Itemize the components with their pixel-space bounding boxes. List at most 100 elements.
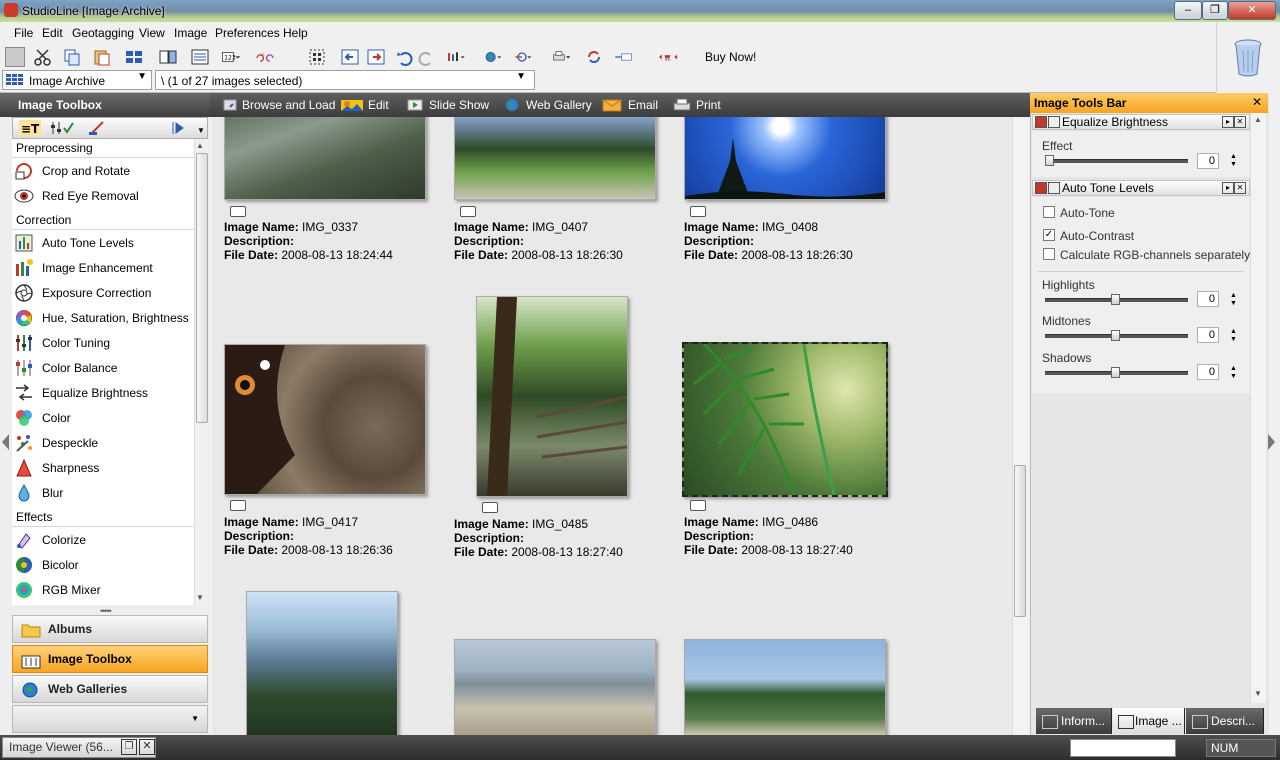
tool-color[interactable]: Color [14, 406, 192, 430]
gallery-scrollbar[interactable] [1012, 117, 1028, 735]
restore-icon[interactable]: ❐ [121, 739, 137, 755]
effect-slider-knob[interactable] [1045, 155, 1054, 166]
tool-rgb-mixer[interactable]: RGB Mixer [14, 578, 192, 602]
thumbnail-view-icon[interactable] [124, 47, 144, 67]
shadows-spinner-icon[interactable]: ▲ ▼ [1230, 365, 1237, 381]
buy-now-button[interactable]: Buy Now! [705, 50, 756, 64]
menu-image[interactable]: Image [174, 26, 207, 40]
section-pin-icon[interactable] [1048, 182, 1060, 194]
maximize-button[interactable]: ❐ [1202, 1, 1228, 20]
thumbnail-mountain-peak[interactable] [246, 591, 398, 735]
shadows-slider-knob[interactable] [1111, 367, 1120, 378]
minimize-button[interactable]: – [1174, 1, 1202, 20]
adjust-tab-icon[interactable] [49, 120, 75, 136]
tool-despeckle[interactable]: Despeckle [14, 431, 192, 455]
compare-view-icon[interactable] [158, 47, 178, 67]
close-icon[interactable]: ✕ [1234, 116, 1246, 128]
tool-crop-and-rotate[interactable]: Crop and Rotate [14, 159, 192, 183]
tag-icon[interactable] [230, 500, 246, 511]
tag-icon[interactable] [690, 206, 706, 217]
tool-color-balance[interactable]: Color Balance [14, 356, 192, 380]
menu-help[interactable]: Help [283, 26, 308, 40]
menu-preferences[interactable]: Preferences [215, 26, 280, 40]
tools-bar-scrollbar[interactable]: ▲ ▼ [1250, 113, 1266, 703]
expand-icon[interactable]: ▸ [1222, 116, 1234, 128]
auto-contrast-checkbox[interactable]: ✓ [1043, 229, 1055, 241]
thumbnail-img-0407[interactable] [454, 117, 656, 200]
tool-colorize[interactable]: Colorize [14, 528, 192, 552]
tag-icon[interactable] [690, 500, 706, 511]
nav-web-galleries[interactable]: Web Galleries [12, 675, 208, 703]
print-tool-icon[interactable] [552, 47, 578, 67]
tool-list-scrollbar[interactable]: ▲ ▼ [194, 139, 208, 605]
tag-icon[interactable] [482, 502, 498, 513]
detail-view-icon[interactable] [190, 47, 210, 67]
effect-value[interactable]: 0 [1197, 153, 1219, 169]
close-icon[interactable]: ✕ [1234, 182, 1246, 194]
section-close-icon[interactable] [1035, 182, 1047, 194]
highlights-spinner-icon[interactable]: ▲ ▼ [1230, 292, 1237, 308]
brush-tab-icon[interactable] [87, 120, 109, 136]
highlights-slider-knob[interactable] [1111, 294, 1120, 305]
tool-blur[interactable]: Blur [14, 481, 192, 505]
redo-icon[interactable] [416, 47, 436, 67]
tab-information[interactable]: Inform... [1036, 708, 1112, 734]
rotate-icons[interactable]: 90 [255, 47, 293, 67]
menu-geotagging[interactable]: Geotagging [72, 26, 134, 40]
nav-overflow[interactable]: ▼ [12, 705, 208, 733]
tool-equalize-brightness[interactable]: Equalize Brightness [14, 381, 192, 405]
midtones-slider-knob[interactable] [1111, 330, 1120, 341]
cut-icon[interactable] [33, 47, 53, 67]
equalize-section-header[interactable]: Equalize Brightness ▸ ✕ [1032, 114, 1250, 130]
archive-selector[interactable]: Image Archive ▼ [2, 70, 152, 90]
section-close-icon[interactable] [1035, 116, 1047, 128]
sort-dropdown-icon[interactable]: 123 [221, 47, 247, 67]
trash-icon[interactable] [1233, 38, 1263, 78]
nav-albums[interactable]: Albums [12, 615, 208, 643]
previous-icon[interactable] [340, 47, 360, 67]
text-tool-tab-icon[interactable]: ≡T [19, 120, 41, 136]
next-icon[interactable] [366, 47, 386, 67]
autotone-section-header[interactable]: Auto Tone Levels ▸ ✕ [1032, 180, 1250, 196]
tool-auto-tone-levels[interactable]: Auto Tone Levels [14, 231, 192, 255]
expand-icon[interactable]: ▸ [1222, 182, 1234, 194]
scroll-up-icon[interactable]: ▲ [1254, 115, 1262, 124]
globe-geotag-icon[interactable] [484, 47, 514, 67]
scroll-thumb[interactable] [196, 153, 208, 423]
thumbnail-img-0337[interactable] [224, 117, 426, 200]
tag-icon[interactable] [460, 206, 476, 217]
path-combo[interactable]: \ (1 of 27 images selected) ▼ [155, 70, 535, 90]
tool-bicolor[interactable]: Bicolor [14, 553, 192, 577]
menu-view[interactable]: View [139, 26, 165, 40]
tool-red-eye-removal[interactable]: Red Eye Removal [14, 184, 192, 208]
tab-description[interactable]: Descri... [1186, 708, 1264, 734]
nav-image-toolbox[interactable]: Image Toolbox [12, 645, 208, 673]
select-all-icon[interactable] [307, 47, 327, 67]
tab-image-tools[interactable]: Image ... [1113, 708, 1185, 734]
thumbnail-beach[interactable] [454, 639, 656, 735]
tool-image-enhancement[interactable]: Image Enhancement [14, 256, 192, 280]
close-icon[interactable]: ✕ [139, 739, 155, 755]
tool-sharpness[interactable]: Sharpness [14, 456, 192, 480]
section-pin-icon[interactable] [1048, 116, 1060, 128]
collapse-left-arrow-icon[interactable] [2, 434, 9, 450]
buy-now-cart-icon[interactable] [658, 47, 700, 67]
undo-icon[interactable] [395, 47, 415, 67]
scroll-up-icon[interactable]: ▲ [196, 141, 204, 150]
copy-icon[interactable] [62, 47, 82, 67]
scroll-down-icon[interactable]: ▼ [1254, 689, 1262, 698]
midtones-spinner-icon[interactable]: ▲ ▼ [1230, 328, 1237, 344]
effect-spinner-icon[interactable]: ▲ ▼ [1230, 153, 1237, 169]
scroll-down-icon[interactable]: ▼ [196, 593, 204, 602]
rgb-separate-checkbox[interactable] [1043, 248, 1055, 260]
expand-tabs-icon[interactable] [171, 120, 185, 136]
tool-exposure-correction[interactable]: Exposure Correction [14, 281, 192, 305]
tool-color-tuning[interactable]: Color Tuning [14, 331, 192, 355]
thumbnail-coast[interactable] [684, 639, 886, 735]
auto-tone-checkbox[interactable] [1043, 206, 1055, 218]
tone-adjust-icon[interactable] [446, 47, 476, 67]
export-icon[interactable] [514, 47, 544, 67]
midtones-value[interactable]: 0 [1197, 327, 1219, 343]
refresh-icon[interactable] [584, 47, 604, 67]
tool-hue-saturation-brightness[interactable]: Hue, Saturation, Brightness [14, 306, 192, 330]
